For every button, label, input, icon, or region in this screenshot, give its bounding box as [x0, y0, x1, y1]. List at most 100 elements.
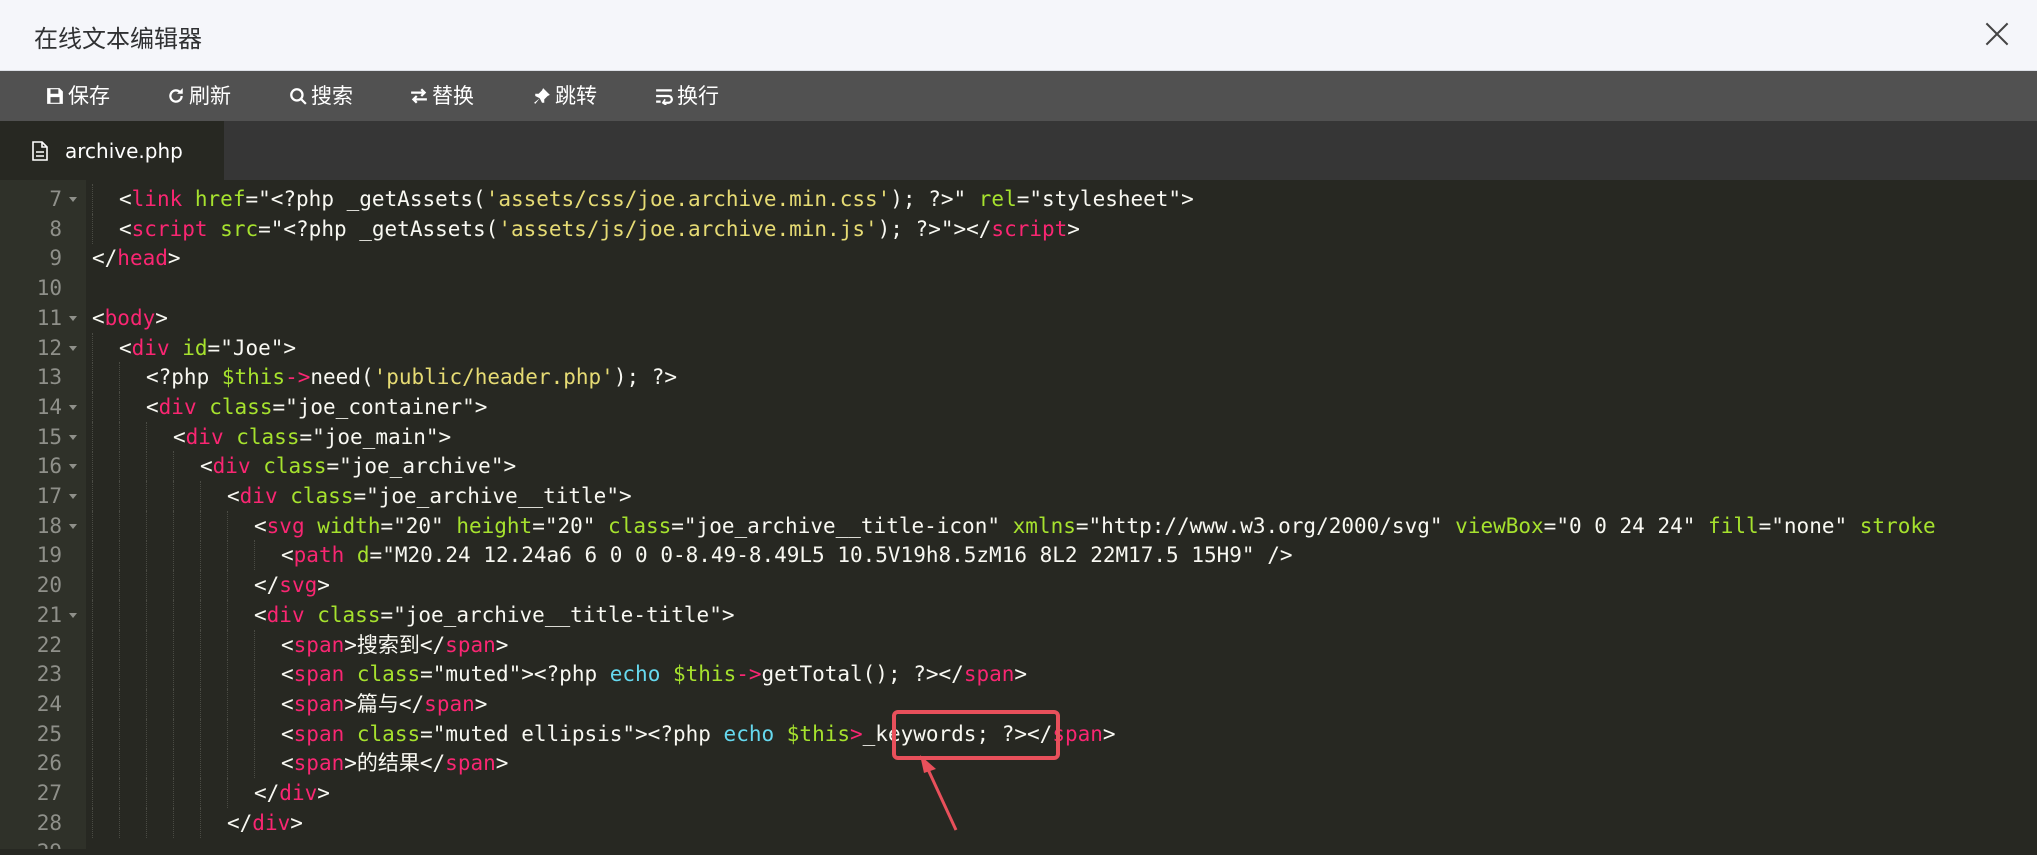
- jump-button[interactable]: 跳转: [533, 71, 597, 121]
- indent-guide: [119, 540, 121, 571]
- line-number: 8: [49, 216, 62, 241]
- line-number: 22: [36, 632, 62, 657]
- code-line[interactable]: 18 <svg width="20" height="20" class="joe…: [0, 510, 2037, 541]
- wrap-icon: [656, 89, 673, 105]
- indent-guide: [92, 213, 94, 244]
- tab-bar: archive.php: [0, 121, 2037, 180]
- code-text: </div>: [227, 810, 303, 835]
- line-number: 27: [36, 781, 62, 805]
- indent-guide: [146, 570, 148, 601]
- indent-guide: [119, 629, 121, 660]
- refresh-icon: [169, 88, 183, 103]
- indent-guide: [173, 599, 175, 630]
- code-line[interactable]: 9 </head>: [0, 243, 2037, 273]
- code-line[interactable]: 17 <div class="joe_archive__title">: [0, 481, 2037, 511]
- line-number: 16: [36, 454, 62, 479]
- indent-guide: [254, 659, 256, 690]
- save-button[interactable]: 保存: [46, 71, 110, 121]
- indent-guide: [200, 570, 202, 601]
- line-number: 12: [36, 335, 62, 360]
- indent-guide: [119, 718, 121, 749]
- toolbar: 保存 刷新 搜索 替换 跳转 换行: [0, 71, 2037, 121]
- indent-guide: [200, 510, 202, 541]
- code-text: <link href="<?php _getAssets('assets/css…: [119, 187, 1194, 211]
- fold-arrow-icon[interactable]: [69, 197, 77, 202]
- search-button[interactable]: 搜索: [289, 71, 353, 121]
- code-line[interactable]: 14 <div class="joe_container">: [0, 391, 2037, 422]
- save-label: 保存: [68, 84, 110, 108]
- file-icon: [32, 140, 48, 161]
- fold-arrow-icon[interactable]: [69, 464, 77, 470]
- indent-guide: [119, 391, 121, 422]
- indent-guide: [119, 570, 121, 601]
- indent-guide: [119, 688, 121, 719]
- tab-filename: archive.php: [65, 138, 183, 163]
- line-number: 26: [36, 751, 62, 776]
- refresh-button[interactable]: 刷新: [167, 71, 231, 121]
- line-number: 9: [49, 246, 62, 271]
- indent-guide: [227, 688, 229, 719]
- fold-arrow-icon[interactable]: [69, 494, 77, 499]
- code-line[interactable]: 12 <div id="Joe">: [0, 332, 2037, 363]
- line-number: 24: [36, 691, 62, 716]
- code-line[interactable]: 8 <script src="<?php _getAssets('assets/j…: [0, 213, 2037, 244]
- line-number: 15: [36, 424, 62, 449]
- fold-arrow-icon[interactable]: [69, 434, 77, 440]
- fold-arrow-icon[interactable]: [69, 612, 77, 618]
- wrap-button[interactable]: 换行: [655, 71, 719, 121]
- code-line[interactable]: 11 <body>: [0, 303, 2037, 333]
- line-number: 21: [36, 602, 62, 627]
- code-line[interactable]: 28 </div>: [0, 807, 2037, 838]
- code-line[interactable]: 23 <span class="muted"><?php echo $this->…: [0, 659, 2037, 690]
- fold-arrow-icon[interactable]: [69, 523, 77, 529]
- code-line[interactable]: 19 <path d="M20.24 12.24a6 6 0 0 0-8.49-8…: [0, 540, 2037, 571]
- indent-guide: [92, 748, 94, 779]
- code-line[interactable]: 15 <div class="joe_main">: [0, 421, 2037, 452]
- code-text: <svg width="20" height="20" class="joe_a…: [254, 513, 1936, 538]
- indent-guide: [92, 421, 94, 452]
- fold-arrow-icon[interactable]: [69, 315, 77, 321]
- line-number: 14: [36, 394, 62, 419]
- code-text: <path d="M20.24 12.24a6 6 0 0 0-8.49-8.4…: [281, 543, 1293, 568]
- indent-guide: [173, 688, 175, 719]
- indent-guide: [146, 481, 148, 511]
- line-number: 29: [0, 837, 62, 849]
- indent-guide: [92, 659, 94, 690]
- indent-guide: [200, 629, 202, 660]
- code-line[interactable]: 27 </div>: [0, 778, 2037, 808]
- indent-guide: [173, 481, 175, 511]
- tab-archive-php[interactable]: archive.php: [0, 121, 224, 180]
- indent-guide: [254, 540, 256, 571]
- fold-arrow-icon[interactable]: [69, 345, 77, 351]
- indent-guide: [200, 481, 202, 511]
- pin-icon: [534, 88, 550, 104]
- replace-button[interactable]: 替换: [410, 71, 474, 121]
- code-line[interactable]: 16 <div class="joe_archive">: [0, 451, 2037, 482]
- line-number: 18: [36, 513, 62, 538]
- close-icon[interactable]: [1981, 18, 2013, 50]
- code-text: <?php $this->need('public/header.php'); …: [146, 365, 678, 390]
- indent-guide: [92, 599, 94, 630]
- code-line[interactable]: 22 <span>搜索到</span>: [0, 629, 2037, 660]
- save-icon: [47, 88, 63, 104]
- indent-guide: [200, 688, 202, 719]
- code-line[interactable]: 20 </svg>: [0, 570, 2037, 601]
- indent-guide: [92, 481, 94, 511]
- indent-guide: [119, 451, 121, 482]
- highlight-box: [892, 710, 1060, 760]
- fold-arrow-icon[interactable]: [69, 404, 77, 410]
- code-line[interactable]: 21 <div class="joe_archive__title-title">: [0, 599, 2037, 630]
- code-line[interactable]: 10: [0, 273, 2037, 303]
- code-line[interactable]: 29: [0, 837, 2037, 849]
- indent-guide: [146, 659, 148, 690]
- indent-guide: [119, 778, 121, 808]
- code-text: <div id="Joe">: [119, 335, 297, 360]
- indent-guide: [92, 332, 94, 363]
- code-line[interactable]: 7 <link href="<?php _getAssets('assets/cs…: [0, 184, 2037, 214]
- indent-guide: [92, 629, 94, 660]
- code-text: </svg>: [254, 573, 330, 598]
- code-text: <script src="<?php _getAssets('assets/js…: [119, 216, 1080, 241]
- indent-guide: [200, 599, 202, 630]
- replace-icon: [411, 88, 427, 104]
- code-line[interactable]: 13 <?php $this->need('public/header.php')…: [0, 362, 2037, 393]
